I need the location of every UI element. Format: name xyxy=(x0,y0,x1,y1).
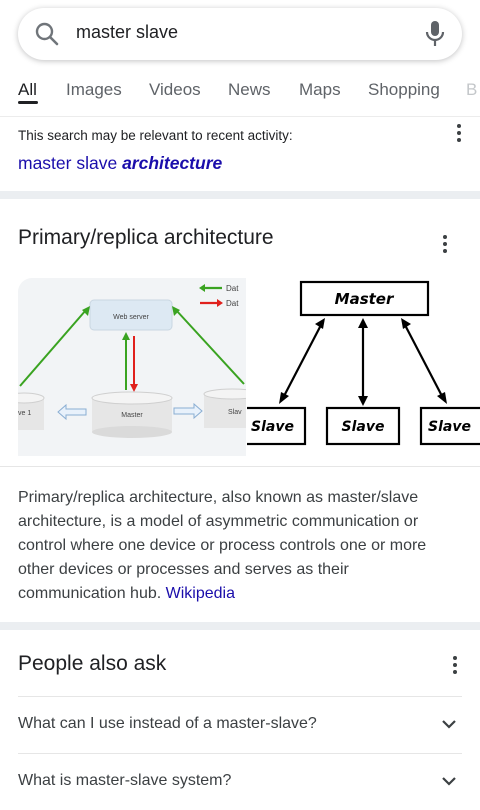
tab-books-cut[interactable]: B xyxy=(466,80,477,100)
chevron-down-icon xyxy=(442,777,456,786)
section-separator xyxy=(0,622,480,630)
tab-shopping[interactable]: Shopping xyxy=(368,80,440,100)
people-also-ask-title: People also ask xyxy=(18,652,167,675)
knowledge-panel-divider xyxy=(0,466,480,467)
search-input[interactable]: master slave xyxy=(76,22,178,43)
slave-box-label-2: Slave xyxy=(342,419,385,435)
legend-data-1: Dat xyxy=(226,284,239,293)
master-box-label: Master xyxy=(335,290,395,308)
master-slave-diagram: Master Slave Slave Slave xyxy=(247,280,480,446)
suggested-search-link[interactable]: master slave architecture xyxy=(18,153,222,174)
suggested-search-bold: architecture xyxy=(122,153,223,173)
tab-images[interactable]: Images xyxy=(66,80,122,100)
search-bar[interactable]: master slave xyxy=(18,8,462,60)
web-server-diagram: Web server Dat Dat Master ve 1 Slav xyxy=(18,284,246,438)
legend-data-2: Dat xyxy=(226,299,239,308)
search-icon xyxy=(35,22,59,46)
question-text: What is master-slave system? xyxy=(18,772,232,789)
wikipedia-link[interactable]: Wikipedia xyxy=(166,585,235,602)
web-server-label: Web server xyxy=(113,314,149,321)
slave-box-label-1: Slave xyxy=(251,419,294,435)
slave-left-label: ve 1 xyxy=(18,410,31,417)
master-label: Master xyxy=(121,412,143,419)
suggested-search-plain: master slave xyxy=(18,153,123,173)
section-separator xyxy=(0,191,480,199)
tabs-divider xyxy=(0,116,480,117)
search-tabs: All Images Videos News Maps Shopping B xyxy=(0,64,480,116)
tab-news[interactable]: News xyxy=(228,80,271,100)
microphone-icon[interactable] xyxy=(424,20,446,48)
slave-right-label: Slav xyxy=(228,409,242,416)
tab-videos[interactable]: Videos xyxy=(149,80,201,100)
question-item[interactable]: What is master-slave system? xyxy=(18,754,462,810)
question-text: What can I use instead of a master-slave… xyxy=(18,715,317,732)
recent-activity-hint: This search may be relevant to recent ac… xyxy=(18,128,293,143)
tab-all[interactable]: All xyxy=(18,80,37,100)
chevron-down-icon xyxy=(442,720,456,729)
diagram-image-web-server[interactable]: Web server Dat Dat Master ve 1 Slav xyxy=(18,278,246,456)
people-also-ask-more-options-icon[interactable] xyxy=(452,656,458,674)
question-item[interactable]: What can I use instead of a master-slave… xyxy=(18,697,462,753)
knowledge-panel-more-options-icon[interactable] xyxy=(442,235,448,253)
tab-maps[interactable]: Maps xyxy=(299,80,341,100)
slave-box-label-3: Slave xyxy=(428,419,471,435)
active-tab-indicator xyxy=(18,101,38,104)
diagram-image-master-slave[interactable]: Master Slave Slave Slave xyxy=(247,278,480,456)
knowledge-panel-description: Primary/replica architecture, also known… xyxy=(18,486,458,606)
knowledge-panel-title: Primary/replica architecture xyxy=(18,226,274,249)
recent-more-options-icon[interactable] xyxy=(456,124,462,142)
